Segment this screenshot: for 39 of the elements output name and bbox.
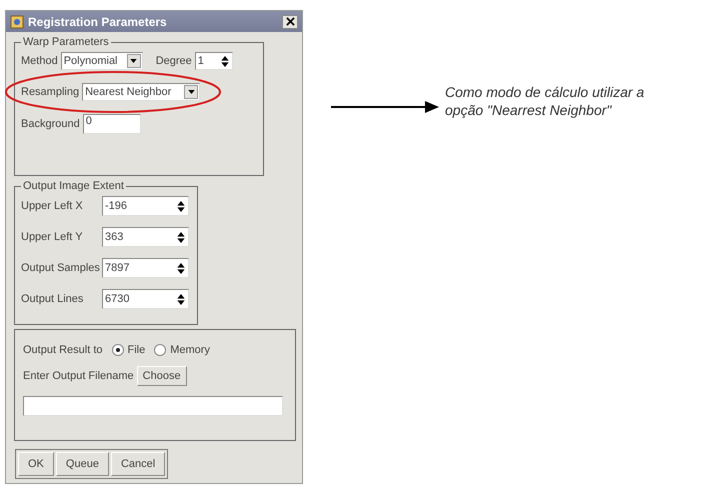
dialog-button[interactable]: OK [18, 452, 54, 476]
radio-option[interactable]: Memory [154, 344, 210, 356]
spin-arrows-icon [177, 262, 185, 274]
radio-option[interactable]: File [112, 344, 146, 356]
resampling-dropdown[interactable]: Nearest Neighbor [82, 83, 200, 101]
annotation-text: Como modo de cálculo utilizar a opção "Nearrest Neighbor" [445, 83, 644, 119]
field-label: Resampling [21, 86, 80, 98]
spin-arrows-icon [220, 56, 229, 66]
close-button[interactable] [282, 14, 298, 28]
field-label: Output Lines [21, 293, 84, 305]
group-title: Output Image Extent [22, 180, 125, 192]
field-label: Enter Output Filename [23, 370, 134, 382]
choose-button[interactable]: Choose [136, 366, 187, 386]
number-spinner[interactable]: 363 [102, 227, 189, 247]
number-spinner[interactable]: -196 [102, 196, 189, 216]
filename-field[interactable] [23, 396, 283, 416]
app-icon [10, 14, 24, 28]
spin-arrows-icon [177, 200, 185, 212]
field-label: Output Result to [23, 344, 102, 356]
spin-arrows-icon [177, 232, 185, 242]
field-label: Background [21, 118, 80, 130]
field-label: Method [21, 55, 58, 67]
background-field[interactable]: 0 [82, 114, 141, 134]
group-title: Warp Parameters [22, 36, 110, 48]
field-label: Upper Left Y [21, 231, 84, 243]
spin-arrows-icon [177, 294, 185, 304]
dialog-button[interactable]: Queue [56, 452, 109, 476]
caret-icon [188, 90, 195, 94]
degree-spinner[interactable]: 1 [194, 52, 233, 70]
number-spinner[interactable]: 7897 [102, 258, 189, 278]
method-dropdown[interactable]: Polynomial [60, 52, 143, 70]
dialog-button[interactable]: Cancel [110, 452, 166, 476]
number-spinner[interactable]: 6730 [102, 289, 189, 309]
field-label: Output Samples [21, 262, 99, 274]
field-label: Degree [156, 55, 192, 67]
close-icon [286, 17, 294, 26]
field-label: Upper Left X [21, 200, 84, 212]
caret-icon [130, 59, 138, 63]
window-title: Registration Parameters [28, 14, 168, 28]
